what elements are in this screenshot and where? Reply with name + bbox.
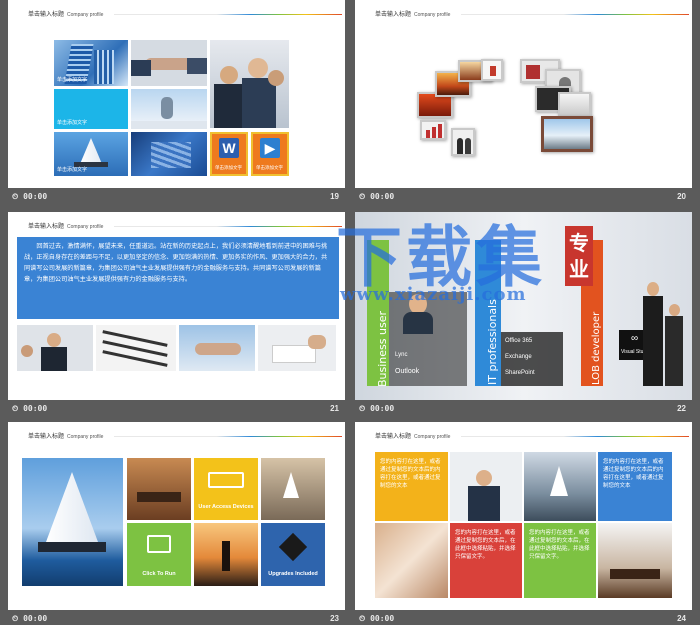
slide-title: 单击输入标题 Company profile [28, 434, 104, 440]
tile-user-access-devices[interactable]: User Access Devices [194, 458, 258, 520]
word-tile[interactable]: W 单击添加文字 [210, 132, 248, 176]
slide-footer: ⏲ 00:00 20 [355, 188, 692, 204]
slide-canvas: 单击输入标题 Company profile 回首过去，激情满怀，展望未来，任重道… [8, 212, 345, 400]
photo-meeting [17, 325, 93, 371]
slide-time: ⏲ 00:00 [359, 404, 395, 413]
text-panel: 回首过去，激情满怀，展望未来，任重道远。站在新的历史起点上，我们必须清醒地看到前… [17, 237, 339, 319]
photo-frame [451, 128, 475, 156]
product-sharepoint: SharePoint [505, 370, 535, 376]
photo-frame [420, 120, 446, 140]
product-exchange: Exchange [505, 354, 532, 360]
slide-canvas: 单击输入标题 Company profile [355, 0, 692, 188]
video-icon: ▶ [260, 138, 280, 158]
photo-handshake [179, 325, 255, 371]
photo-frame [481, 59, 503, 81]
photo-signing [258, 325, 336, 371]
photo-documents [131, 132, 207, 176]
photo-team [450, 452, 522, 521]
text-tile-red: 您的内容打在这里，或者通过复制您的文本后，在此框中选择粘贴，并选择只保留文字。 [450, 523, 522, 598]
text-tile-blue: 您的内容打在这里，或者通过复制您的文本后的内容打在这里，或者通过复制您的文本 [598, 452, 672, 521]
tile-caption: 单击添加文字 [57, 167, 88, 173]
slide-time: ⏲ 00:00 [359, 192, 395, 201]
photo-hands [375, 523, 448, 598]
slide-footer: ⏲ 00:00 21 [8, 400, 345, 416]
slide-time: ⏲ 00:00 [12, 404, 48, 413]
slide-time: ⏲ 00:00 [12, 192, 48, 201]
products-panel-right: Office 365 Exchange SharePoint [501, 332, 563, 386]
slide-canvas: Business user Lync Outlook IT profession… [355, 212, 692, 400]
product-outlook: Outlook [395, 368, 420, 375]
slide-title: 单击输入标题 Company profile [28, 224, 104, 230]
body-paragraph: 回首过去，激情满怀，展望未来，任重道远。站在新的历史起点上，我们必须清醒地看到前… [24, 243, 328, 283]
play-icon [147, 535, 171, 553]
infinity-icon: ∞ [631, 333, 639, 344]
photo-frame [558, 92, 591, 118]
slide-canvas: 单击输入标题 Company profile User Access Device… [8, 422, 345, 610]
tag-professional: 专业 [565, 226, 593, 286]
slide-20[interactable]: 单击输入标题 Company profile ⏲ 00:00 20 [355, 0, 692, 204]
slide-footer: ⏲ 00:00 24 [355, 610, 692, 625]
photo-business-team [210, 40, 289, 128]
photo-building: 单击添加文字 [54, 40, 128, 86]
slide-21[interactable]: 单击输入标题 Company profile 回首过去，激情满怀，展望未来，任重道… [8, 212, 345, 416]
word-icon: W [219, 138, 239, 158]
devices-icon [208, 472, 244, 488]
slide-number: 24 [677, 614, 686, 623]
slide-24[interactable]: 单击输入标题 Company profile 您的内容打在这里，或者通过复制您的文… [355, 422, 692, 625]
person-headset [403, 294, 437, 334]
slide-time: ⏲ 00:00 [12, 614, 48, 623]
title-rule [114, 226, 342, 227]
photo-handshake [131, 40, 207, 86]
banner-it-professionals: IT professionals [475, 240, 501, 386]
text-tile-yellow: 您的内容打在这里，或者通过复制您的文本后的内容打在这里，或者通过复制您的文本 [375, 452, 448, 521]
video-tile[interactable]: ▶ 单击添加文字 [251, 132, 289, 176]
title-rule [461, 14, 689, 15]
banner-business-user: Business user [367, 240, 389, 387]
tile-caption: 单击添加文字 [256, 165, 283, 170]
photo-office [127, 458, 191, 520]
slide-canvas: 单击输入标题 Company profile 单击添加文字 单击添加文字 单击添… [8, 0, 345, 188]
boxes-icon [278, 532, 308, 562]
photo-silhouette [194, 523, 258, 586]
tile-caption: 单击添加文字 [57, 77, 88, 83]
slide-title: 单击输入标题 Company profile [375, 12, 451, 18]
slide-footer: ⏲ 00:00 22 [355, 400, 692, 416]
title-rule [114, 436, 342, 437]
slide-time: ⏲ 00:00 [359, 614, 395, 623]
tile-caption: 单击添加文字 [57, 120, 88, 126]
photo-statue [131, 89, 207, 129]
slide-number: 19 [330, 192, 339, 201]
text-tile-green: 您的内容打在这里，或者通过复制您的文本后，在此框中选择粘贴，并选择只保留文字。 [524, 523, 596, 598]
photo-sailing-ship [22, 458, 123, 586]
slide-number: 23 [330, 614, 339, 623]
person-standing [643, 282, 665, 386]
photo-sailing-ship: 单击添加文字 [54, 132, 128, 176]
photo-sailboats [261, 458, 325, 520]
slide-number: 21 [330, 404, 339, 413]
slide-number: 22 [677, 404, 686, 413]
photo-office [598, 523, 672, 598]
product-office365: Office 365 [505, 338, 533, 344]
tile-click-to-run[interactable]: Click To Run [127, 523, 191, 586]
tile-cyan: 单击添加文字 [54, 89, 128, 129]
slide-title: 单击输入标题 Company profile [375, 434, 451, 440]
slide-22[interactable]: Business user Lync Outlook IT profession… [355, 212, 692, 416]
slide-footer: ⏲ 00:00 23 [8, 610, 345, 625]
title-rule [114, 14, 342, 15]
photo-rowing [96, 325, 176, 371]
photo-frame [541, 116, 593, 152]
tile-upgrades-included[interactable]: Upgrades Included [261, 523, 325, 586]
slide-23[interactable]: 单击输入标题 Company profile User Access Device… [8, 422, 345, 625]
title-rule [461, 436, 689, 437]
product-lync: Lync [395, 352, 408, 358]
slide-footer: ⏲ 00:00 19 [8, 188, 345, 204]
person-standing [665, 304, 685, 386]
slide-number: 20 [677, 192, 686, 201]
tile-caption: 单击添加文字 [215, 165, 242, 170]
slide-title: 单击输入标题 Company profile [28, 12, 104, 18]
photo-sailboats [524, 452, 596, 521]
slide-19[interactable]: 单击输入标题 Company profile 单击添加文字 单击添加文字 单击添… [8, 0, 345, 204]
slide-canvas: 单击输入标题 Company profile 您的内容打在这里，或者通过复制您的文… [355, 422, 692, 610]
